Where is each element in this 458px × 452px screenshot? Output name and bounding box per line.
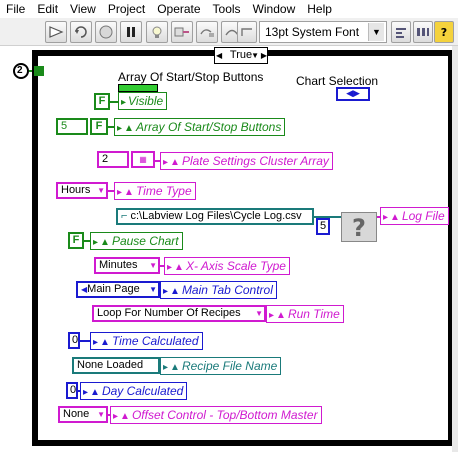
- chevron-down-icon: ▼: [368, 23, 384, 41]
- main-tab-enum[interactable]: ◀Main Page ▼: [76, 281, 160, 298]
- property-icon: ▲: [170, 157, 180, 168]
- menu-file[interactable]: File: [0, 0, 31, 18]
- run-time-property-node[interactable]: ▸ ▲ Run Time: [266, 305, 344, 323]
- time-calc-constant[interactable]: 0: [68, 332, 80, 349]
- property-icon: ▲: [124, 123, 134, 134]
- arrow-right-icon: ▸: [113, 411, 119, 422]
- font-selector-value: 13pt System Font: [265, 25, 360, 39]
- menu-view[interactable]: View: [64, 0, 102, 18]
- log-path-constant[interactable]: ⌐ c:\Labview Log Files\Cycle Log.csv: [116, 208, 314, 225]
- vertical-scrollbar[interactable]: [452, 46, 458, 452]
- arrow-right-icon: ▸: [121, 97, 127, 108]
- run-arrow-icon[interactable]: [45, 21, 67, 43]
- time-type-property-node[interactable]: ▸ ▲ Time Type: [114, 182, 196, 200]
- arrow-right-icon: ▸: [269, 310, 275, 321]
- chevron-down-icon: ▼: [255, 309, 263, 318]
- plate-settings-property-node[interactable]: ▸ ▲ Plate Settings Cluster Array: [160, 152, 333, 170]
- retain-wire-values-icon[interactable]: [171, 21, 193, 43]
- pause-icon[interactable]: [120, 21, 142, 43]
- loop-recipes-enum[interactable]: Loop For Number Of Recipes ▼: [92, 305, 266, 322]
- day-calculated-property-node[interactable]: ▸ ▲ Day Calculated: [80, 382, 188, 400]
- step-out-icon[interactable]: [237, 21, 257, 43]
- array-start-stop-property-node[interactable]: ▸ ▲ Array Of Start/Stop Buttons: [114, 118, 286, 136]
- recipe-file-property-node[interactable]: ▸ ▲ Recipe File Name: [160, 357, 282, 375]
- font-selector[interactable]: 13pt System Font ▼: [259, 21, 387, 43]
- chevron-down-icon: ▼: [149, 285, 157, 294]
- unknown-subvi-icon[interactable]: ?: [341, 212, 377, 242]
- run-continuously-icon[interactable]: [70, 21, 92, 43]
- arrow-right-icon: ▸: [163, 286, 169, 297]
- x-axis-property-node[interactable]: ▸ ▲ X- Axis Scale Type: [164, 257, 290, 275]
- chart-selection-terminal-icon[interactable]: ◀▶: [336, 87, 370, 101]
- menu-operate[interactable]: Operate: [151, 0, 206, 18]
- pause-chart-property-node[interactable]: ▸ ▲ Pause Chart: [90, 232, 183, 250]
- offset-enum[interactable]: None ▼: [58, 406, 108, 423]
- cluster-constant-icon[interactable]: ▦: [131, 151, 155, 168]
- time-type-enum[interactable]: Hours ▼: [56, 182, 108, 199]
- context-help-icon[interactable]: ?: [434, 21, 454, 43]
- arrow-right-icon: ▸: [383, 212, 389, 223]
- align-objects-icon[interactable]: [391, 21, 411, 43]
- property-icon: ▲: [390, 212, 400, 223]
- log-file-property-node[interactable]: ▸ ▲ Log File: [380, 207, 449, 225]
- property-icon: ▲: [174, 262, 184, 273]
- menu-tools[interactable]: Tools: [207, 0, 247, 18]
- property-icon: ▲: [170, 362, 180, 373]
- property-icon: ▲: [100, 237, 110, 248]
- time-calculated-property-node[interactable]: ▸ ▲ Time Calculated: [90, 332, 203, 350]
- array-bool-constant[interactable]: F: [90, 118, 108, 135]
- chevron-down-icon: ▼: [149, 261, 157, 270]
- menu-project[interactable]: Project: [102, 0, 151, 18]
- highlight-execution-icon[interactable]: [146, 21, 168, 43]
- array-constant[interactable]: 5: [56, 118, 88, 135]
- toolbar: 13pt System Font ▼ ?: [0, 18, 458, 46]
- chevron-down-icon: ▼: [97, 186, 105, 195]
- plate-array-constant[interactable]: 2: [97, 151, 129, 168]
- log-num-constant[interactable]: 5: [316, 218, 330, 235]
- abort-icon[interactable]: [95, 21, 117, 43]
- array-start-stop-label: Array Of Start/Stop Buttons: [118, 70, 264, 84]
- visible-property-node[interactable]: ▸ Visible: [118, 92, 168, 110]
- menu-help[interactable]: Help: [301, 0, 338, 18]
- chevron-right-icon: ▶: [260, 51, 267, 60]
- arrow-right-icon: ▸: [93, 237, 99, 248]
- arrow-right-icon: ▸: [83, 387, 89, 398]
- menu-window[interactable]: Window: [247, 0, 302, 18]
- day-calc-constant[interactable]: 0: [66, 382, 78, 399]
- property-icon: ▲: [120, 411, 130, 422]
- property-icon: ▲: [90, 387, 100, 398]
- pause-bool-constant[interactable]: F: [68, 232, 84, 249]
- step-into-icon[interactable]: [196, 21, 218, 43]
- chevron-left-icon: ◀: [216, 51, 223, 60]
- distribute-objects-icon[interactable]: [413, 21, 433, 43]
- visible-bool-constant[interactable]: F: [94, 93, 110, 110]
- offset-property-node[interactable]: ▸ ▲ Offset Control - Top/Bottom Master: [110, 406, 322, 424]
- main-tab-property-node[interactable]: ▸ ▲ Main Tab Control: [160, 281, 277, 299]
- arrow-right-icon: ▸: [163, 362, 169, 373]
- case-selector[interactable]: ◀ True ▼ ▶: [214, 47, 268, 64]
- arrow-right-icon: ▸: [117, 187, 123, 198]
- property-icon: ▲: [276, 310, 286, 321]
- selector-tunnel: [34, 66, 44, 76]
- chart-selection-label: Chart Selection: [296, 74, 379, 88]
- iteration-label: 2: [17, 65, 23, 76]
- array-terminal-icon: [118, 84, 158, 92]
- chevron-down-icon: ▼: [97, 410, 105, 419]
- arrow-right-icon: ▸: [93, 337, 99, 348]
- chevron-down-icon: ▼: [251, 51, 259, 60]
- property-icon: ▲: [124, 187, 134, 198]
- property-icon: ▲: [100, 337, 110, 348]
- recipe-file-constant[interactable]: None Loaded: [72, 357, 160, 374]
- arrow-right-icon: ▸: [163, 157, 169, 168]
- property-icon: ▲: [170, 286, 180, 297]
- menu-bar: File Edit View Project Operate Tools Win…: [0, 0, 458, 18]
- arrow-right-icon: ▸: [167, 262, 173, 273]
- x-axis-enum[interactable]: Minutes ▼: [94, 257, 160, 274]
- arrow-right-icon: ▸: [117, 123, 123, 134]
- menu-edit[interactable]: Edit: [31, 0, 64, 18]
